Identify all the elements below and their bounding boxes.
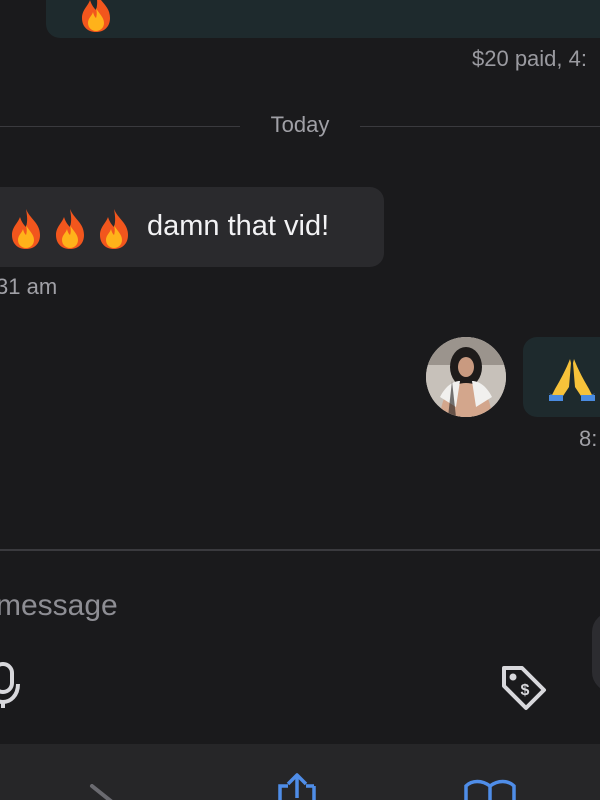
share-icon[interactable] [272, 772, 322, 800]
book-icon[interactable] [462, 778, 518, 800]
svg-text:$: $ [521, 682, 530, 699]
folded-hands-emoji-icon [549, 357, 595, 406]
message-timestamp: 8: [579, 426, 598, 451]
avatar[interactable] [426, 337, 506, 417]
fire-emoji-icon [56, 209, 84, 249]
divider-line [360, 126, 600, 127]
message-input[interactable] [0, 588, 478, 624]
send-button[interactable] [592, 612, 600, 692]
chevron-icon[interactable] [88, 784, 128, 800]
chat-screen: $20 paid, 4: Today damn that vid! 31 am [0, 0, 600, 800]
sent-message-bubble[interactable] [523, 337, 600, 417]
fire-emoji-icon [100, 209, 128, 249]
received-message-bubble[interactable]: damn that vid! [0, 187, 384, 267]
date-divider-label: Today [270, 112, 330, 137]
message-text: damn that vid! [147, 210, 330, 242]
price-tag-dollar-icon[interactable]: $ [498, 662, 548, 712]
microphone-icon[interactable] [0, 662, 28, 710]
message-payment-meta: $20 paid, 4: [472, 46, 587, 71]
fire-emoji-icon [12, 209, 40, 249]
sent-message-bubble-top[interactable] [46, 0, 600, 38]
browser-toolbar [0, 744, 600, 800]
composer-divider [0, 549, 600, 551]
message-timestamp: 31 am [0, 274, 58, 299]
fire-emoji-icon [76, 0, 116, 34]
emoji-group [6, 207, 134, 251]
divider-line [0, 126, 240, 127]
